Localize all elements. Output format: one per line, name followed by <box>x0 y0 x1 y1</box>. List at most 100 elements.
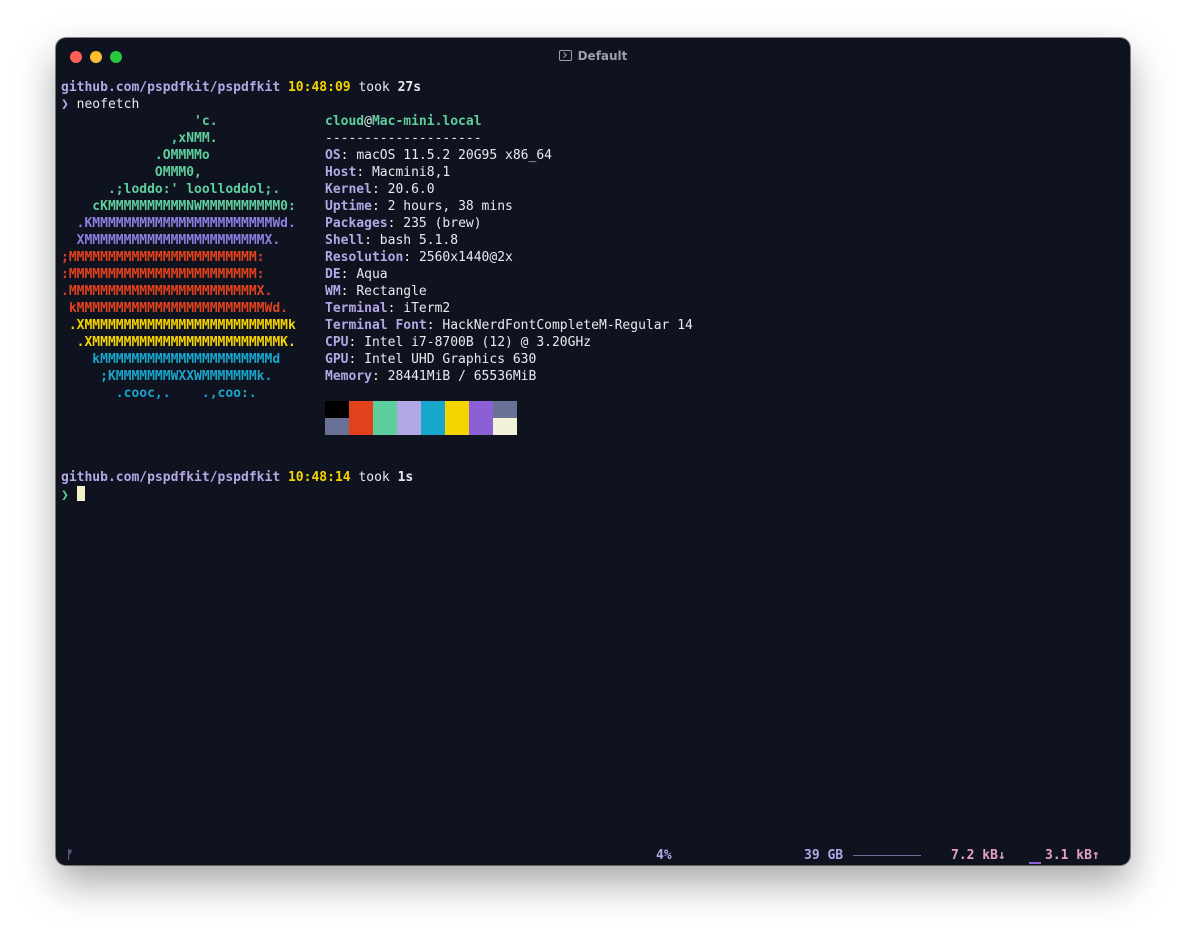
logo-line: ,xNMM. <box>61 131 218 146</box>
info-key: GPU <box>325 352 349 367</box>
info-key: OS <box>325 148 341 163</box>
color-swatch <box>325 401 349 418</box>
logo-line: .;loddo:' loolloddol;. <box>61 182 281 197</box>
info-row: Uptime: 2 hours, 38 mins <box>325 199 513 214</box>
info-key: Terminal Font <box>325 318 427 333</box>
color-swatch <box>469 418 493 435</box>
color-swatch <box>445 418 469 435</box>
info-value: Intel UHD Graphics 630 <box>364 352 537 367</box>
command-text: neofetch <box>76 97 140 112</box>
color-palette <box>325 401 517 435</box>
info-key: Terminal <box>325 301 388 316</box>
info-row: Host: Macmini8,1 <box>325 165 451 180</box>
info-value: macOS 11.5.2 20G95 x86_64 <box>356 148 552 163</box>
memory-bar <box>853 855 921 856</box>
info-row: WM: Rectangle <box>325 284 427 299</box>
prompt-chevron: ❯ <box>61 488 69 503</box>
input-line[interactable]: ❯ <box>61 486 85 503</box>
logo-line: OMMM0, <box>61 165 202 180</box>
status-bar: ᚠ 4% 39 GB 7.2 kB↓ 3.1 kB↑ <box>56 846 1130 865</box>
info-key: Uptime <box>325 199 372 214</box>
ascii-logo: 'c. ,xNMM. .OMMMMo OMMM0, .;loddo:' lool… <box>61 113 296 402</box>
memory-usage: 39 GB <box>804 848 844 863</box>
info-row: Terminal: iTerm2 <box>325 301 451 316</box>
logo-line: .XMMMMMMMMMMMMMMMMMMMMMMMMMMk <box>61 318 296 333</box>
info-row: Memory: 28441MiB / 65536MiB <box>325 369 537 384</box>
info-value: Aqua <box>356 267 388 282</box>
info-key: Packages <box>325 216 388 231</box>
info-value: 28441MiB / 65536MiB <box>387 369 537 384</box>
prompt-line: github.com/pspdfkit/pspdfkit 10:48:09 to… <box>61 79 421 96</box>
command-line: ❯ neofetch <box>61 96 139 113</box>
info-value: HackNerdFontCompleteM-Regular 14 <box>442 318 693 333</box>
download-rate: 7.2 kB↓ <box>951 848 1006 863</box>
info-value: Rectangle <box>356 284 427 299</box>
info-key: WM <box>325 284 341 299</box>
info-value: bash 5.1.8 <box>379 233 459 248</box>
info-value: 2 hours, 38 mins <box>387 199 513 214</box>
user-host: cloud@Mac-mini.local <box>325 114 482 129</box>
info-row: Resolution: 2560x1440@2x <box>325 250 513 265</box>
color-swatch <box>373 418 397 435</box>
prompt-time: 10:48:14 <box>287 470 351 485</box>
info-row: Shell: bash 5.1.8 <box>325 233 459 248</box>
prompt-chevron: ❯ <box>61 97 69 112</box>
info-key: DE <box>325 267 341 282</box>
logo-line: :MMMMMMMMMMMMMMMMMMMMMMMM: <box>61 267 265 282</box>
info-value: 2560x1440@2x <box>418 250 513 265</box>
logo-line: 'c. <box>61 114 218 129</box>
text-cursor[interactable] <box>76 486 85 501</box>
logo-line: XMMMMMMMMMMMMMMMMMMMMMMMX. <box>61 233 281 248</box>
color-swatch <box>445 401 469 418</box>
separator: -------------------- <box>325 131 482 146</box>
info-row: OS: macOS 11.5.2 20G95 x86_64 <box>325 148 552 163</box>
color-swatch <box>493 401 517 418</box>
window-title: Default <box>56 49 1130 63</box>
color-swatch <box>469 401 493 418</box>
info-value: 235 (brew) <box>403 216 482 231</box>
logo-line: .OMMMMo <box>61 148 210 163</box>
color-swatch <box>397 401 421 418</box>
info-value: 20.6.0 <box>387 182 435 197</box>
info-key: CPU <box>325 335 349 350</box>
cpu-usage: 4% <box>656 848 672 863</box>
info-key: Kernel <box>325 182 372 197</box>
info-key: Host <box>325 165 357 180</box>
cpu-sparkline <box>692 852 774 853</box>
logo-line: ;KMMMMMMMWXXWMMMMMMMk. <box>61 369 273 384</box>
logo-line: kMMMMMMMMMMMMMMMMMMMMMMd <box>61 352 281 367</box>
system-info: cloud@Mac-mini.local -------------------… <box>325 113 693 385</box>
color-swatch <box>397 418 421 435</box>
info-key: Memory <box>325 369 372 384</box>
info-row: Terminal Font: HackNerdFontCompleteM-Reg… <box>325 318 693 333</box>
info-row: Packages: 235 (brew) <box>325 216 482 231</box>
color-swatch <box>373 401 397 418</box>
prompt-path: github.com/pspdfkit/pspdfkit <box>61 470 281 485</box>
took-label: took <box>358 80 390 95</box>
logo-line: .XMMMMMMMMMMMMMMMMMMMMMMMMK. <box>61 335 296 350</box>
took-duration: 1s <box>397 470 414 485</box>
info-row: Kernel: 20.6.0 <box>325 182 435 197</box>
color-swatch <box>349 401 373 418</box>
color-swatch <box>421 418 445 435</box>
info-key: Shell <box>325 233 365 248</box>
logo-line: cKMMMMMMMMMMNWMMMMMMMMMM0: <box>61 199 296 214</box>
info-row: DE: Aqua <box>325 267 388 282</box>
title-bar: Default <box>56 38 1130 76</box>
logo-line: .MMMMMMMMMMMMMMMMMMMMMMMMX. <box>61 284 273 299</box>
color-swatch <box>493 418 517 435</box>
info-value: iTerm2 <box>403 301 451 316</box>
upload-rate: 3.1 kB↑ <box>1045 848 1100 863</box>
logo-line: .cooc,. .,coo:. <box>61 386 257 401</box>
info-value: Macmini8,1 <box>371 165 451 180</box>
color-swatch <box>421 401 445 418</box>
terminal-window: Default github.com/pspdfkit/pspdfkit 10:… <box>56 38 1130 865</box>
took-duration: 27s <box>397 80 422 95</box>
logo-line: kMMMMMMMMMMMMMMMMMMMMMMMMWd. <box>61 301 288 316</box>
color-swatch <box>325 418 349 435</box>
info-row: GPU: Intel UHD Graphics 630 <box>325 352 537 367</box>
upload-sparkline <box>1029 862 1041 864</box>
logo-line: .KMMMMMMMMMMMMMMMMMMMMMMMWd. <box>61 216 296 231</box>
took-label: took <box>358 470 390 485</box>
info-key: Resolution <box>325 250 404 265</box>
